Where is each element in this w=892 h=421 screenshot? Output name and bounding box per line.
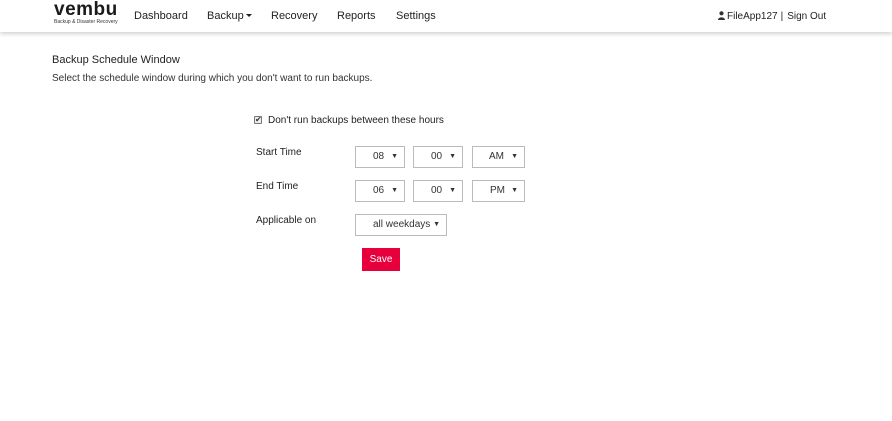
end-meridiem-value: PM — [490, 185, 505, 196]
sign-out-link[interactable]: Sign Out — [787, 11, 826, 22]
dropdown-arrow-icon: ▼ — [391, 187, 398, 194]
start-minute-value: 00 — [431, 151, 443, 162]
dont-run-backups-label[interactable]: Don't run backups between these hours — [268, 115, 444, 126]
end-hour-value: 06 — [373, 185, 385, 196]
logo-tagline: Backup & Disaster Recovery — [54, 19, 118, 25]
start-meridiem-select[interactable]: AM ▼ — [472, 146, 525, 168]
dropdown-arrow-icon: ▼ — [449, 187, 456, 194]
caret-down-icon — [245, 14, 252, 17]
end-hour-select[interactable]: 06 ▼ — [355, 180, 405, 202]
separator: | — [780, 11, 784, 22]
logo-wordmark: vembu — [54, 0, 118, 20]
applicable-on-label: Applicable on — [256, 215, 317, 226]
vembu-logo[interactable]: vembu Backup & Disaster Recovery — [54, 0, 120, 28]
dropdown-arrow-icon: ▼ — [449, 153, 456, 160]
start-hour-value: 08 — [373, 151, 385, 162]
start-meridiem-value: AM — [489, 151, 504, 162]
dropdown-arrow-icon: ▼ — [391, 153, 398, 160]
save-button[interactable]: Save — [362, 248, 400, 271]
end-meridiem-select[interactable]: PM ▼ — [472, 180, 525, 202]
nav-dashboard[interactable]: Dashboard — [134, 10, 188, 23]
dont-run-backups-checkbox[interactable]: ✔ — [254, 115, 262, 124]
applicable-on-value: all weekdays — [373, 219, 431, 230]
username[interactable]: FileApp127 — [727, 11, 778, 22]
nav-recovery[interactable]: Recovery — [271, 10, 317, 23]
nav-backup[interactable]: Backup — [207, 10, 252, 23]
check-icon: ✔ — [255, 115, 262, 124]
page-title: Backup Schedule Window — [52, 54, 180, 66]
user-menu: FileApp127 | Sign Out — [718, 10, 826, 24]
applicable-on-select[interactable]: all weekdays ▼ — [355, 214, 447, 236]
start-hour-select[interactable]: 08 ▼ — [355, 146, 405, 168]
page-description: Select the schedule window during which … — [52, 73, 373, 84]
nav-reports[interactable]: Reports — [337, 10, 376, 23]
end-minute-select[interactable]: 00 ▼ — [413, 180, 463, 202]
top-navbar: vembu Backup & Disaster Recovery Dashboa… — [0, 0, 892, 32]
dropdown-arrow-icon: ▼ — [511, 187, 518, 194]
start-time-label: Start Time — [256, 147, 302, 158]
dropdown-arrow-icon: ▼ — [433, 221, 440, 228]
nav-backup-label: Backup — [207, 10, 244, 22]
start-minute-select[interactable]: 00 ▼ — [413, 146, 463, 168]
dropdown-arrow-icon: ▼ — [511, 153, 518, 160]
nav-settings[interactable]: Settings — [396, 10, 436, 23]
user-icon — [718, 11, 725, 24]
end-time-label: End Time — [256, 181, 299, 192]
end-minute-value: 00 — [431, 185, 443, 196]
